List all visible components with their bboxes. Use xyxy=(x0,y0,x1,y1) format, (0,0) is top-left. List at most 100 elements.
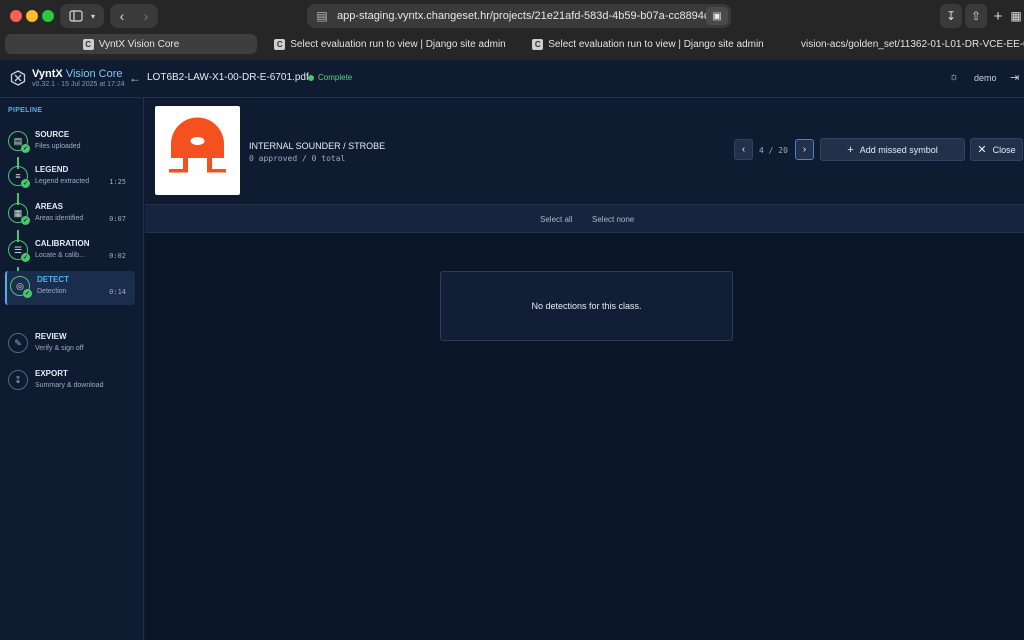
browser-tab[interactable]: C Select evaluation run to view | Django… xyxy=(522,34,774,54)
close-window-button[interactable] xyxy=(10,10,22,22)
step-subtitle: Areas identified xyxy=(35,215,84,222)
version-label: v0.32.1 · 15 Jul 2025 at 17:24 xyxy=(32,81,125,88)
step-time: 0:07 xyxy=(109,215,126,223)
brand-bold: VyntX xyxy=(32,68,63,80)
address-bar[interactable]: ▤ app-staging.vyntx.changeset.hr/project… xyxy=(307,4,731,28)
pipeline-title: PIPELINE xyxy=(8,107,43,114)
user-name[interactable]: demo xyxy=(974,73,997,83)
history-nav: ‹ › xyxy=(110,4,158,28)
back-arrow-icon[interactable]: ← xyxy=(129,71,141,85)
step-subtitle: Detection xyxy=(37,288,67,295)
status-badge: Complete xyxy=(308,73,352,82)
download-icon: ↧ xyxy=(945,9,957,23)
add-missed-label: Add missed symbol xyxy=(859,144,938,155)
chevron-left-icon: ‹ xyxy=(741,144,746,155)
symbol-thumbnail xyxy=(155,106,240,195)
main-panel: INTERNAL SOUNDER / STROBE 0 approved / 0… xyxy=(145,98,1024,640)
browser-tab[interactable]: C VyntX Vision Core xyxy=(5,34,257,54)
tab-label: Select evaluation run to view | Django s… xyxy=(548,38,764,50)
sounder-strobe-symbol-icon xyxy=(169,117,226,173)
step-title: REVIEW xyxy=(35,332,67,341)
share-button[interactable]: ⇧ xyxy=(965,4,987,28)
logout-icon[interactable]: ⇥ xyxy=(1010,71,1019,84)
minimize-window-button[interactable] xyxy=(26,10,38,22)
zoom-window-button[interactable] xyxy=(42,10,54,22)
download-icon: ↧ xyxy=(8,370,28,390)
sidebar-item-export[interactable]: ↧ EXPORT Summary & download xyxy=(5,365,135,399)
sidebar-item-legend[interactable]: ≡ ✓ LEGEND Legend extracted 1:25 xyxy=(5,161,135,195)
previous-class-button[interactable]: ‹ xyxy=(734,139,753,160)
sidebar-toggle-button[interactable]: ▾ xyxy=(60,4,104,28)
forward-icon[interactable]: › xyxy=(144,8,149,24)
url-text: app-staging.vyntx.changeset.hr/projects/… xyxy=(337,10,706,22)
browser-tabs: C VyntX Vision Core C Select evaluation … xyxy=(0,32,1024,56)
logo-icon xyxy=(10,70,26,86)
empty-state: No detections for this class. xyxy=(440,271,733,341)
select-none-button[interactable]: Select none xyxy=(592,215,634,224)
step-title: CALIBRATION xyxy=(35,239,90,248)
sidebar-item-detect[interactable]: ◎ ✓ DETECT Detection 0:14 xyxy=(5,271,135,305)
plus-icon: + xyxy=(847,143,854,156)
favicon-icon: C xyxy=(82,38,94,50)
favicon-icon: C xyxy=(532,38,544,50)
empty-state-message: No detections for this class. xyxy=(531,301,642,311)
document-title: LOT6B2-LAW-X1-00-DR-E-6701.pdf xyxy=(147,72,309,83)
reader-icon[interactable]: ▣ xyxy=(706,7,728,25)
next-class-button[interactable]: › xyxy=(795,139,814,160)
step-time: 0:14 xyxy=(109,288,126,296)
status-dot-icon xyxy=(308,74,314,81)
browser-chrome: ▾ ‹ › ▤ app-staging.vyntx.changeset.hr/p… xyxy=(0,0,1024,60)
step-title: LEGEND xyxy=(35,165,69,174)
clipboard-icon: ✎ xyxy=(8,333,28,353)
plus-icon: + xyxy=(993,7,1003,25)
close-button[interactable]: ✕ Close xyxy=(970,138,1023,161)
step-title: EXPORT xyxy=(35,369,68,378)
status-label: Complete xyxy=(318,73,353,82)
grid-icon: ▦ ✓ xyxy=(8,203,30,225)
brand-name: VyntX Vision Core xyxy=(32,68,122,80)
browser-toolbar: ▾ ‹ › ▤ app-staging.vyntx.changeset.hr/p… xyxy=(0,0,1024,32)
class-header: INTERNAL SOUNDER / STROBE 0 approved / 0… xyxy=(145,98,1024,204)
downloads-button[interactable]: ↧ xyxy=(940,4,962,28)
class-name: INTERNAL SOUNDER / STROBE xyxy=(249,141,386,151)
share-icon: ⇧ xyxy=(970,9,982,23)
brand-light: Vision Core xyxy=(62,68,123,80)
chevron-down-icon: ▾ xyxy=(90,11,95,21)
check-icon: ✓ xyxy=(23,289,32,298)
step-title: SOURCE xyxy=(35,130,70,139)
sidebar-item-calibration[interactable]: ☰ ✓ CALIBRATION Locate & calib... 0:02 xyxy=(5,235,135,269)
sidebar-item-review[interactable]: ✎ REVIEW Verify & sign off xyxy=(5,328,135,362)
favicon-icon: C xyxy=(274,38,286,50)
check-icon: ✓ xyxy=(21,179,30,188)
close-icon: ✕ xyxy=(977,144,987,156)
new-tab-button[interactable]: + xyxy=(987,4,1009,28)
sliders-icon: ☰ ✓ xyxy=(8,240,30,262)
page-settings-icon[interactable]: ▤ xyxy=(307,9,337,23)
step-time: 1:25 xyxy=(109,178,126,186)
tab-label: vision-acs/golden_set/11362-01-L01-DR-VC… xyxy=(801,38,1024,50)
add-missed-symbol-button[interactable]: + Add missed symbol xyxy=(820,138,965,161)
step-time: 0:02 xyxy=(109,252,126,260)
back-icon[interactable]: ‹ xyxy=(120,8,125,24)
tab-overview-button[interactable]: ▦ xyxy=(1008,4,1024,28)
chevron-right-icon: › xyxy=(802,144,807,155)
check-icon: ✓ xyxy=(21,253,30,262)
select-all-button[interactable]: Select all xyxy=(540,215,572,224)
step-subtitle: Locate & calib... xyxy=(35,252,85,259)
step-title: AREAS xyxy=(35,202,64,211)
browser-tab[interactable]: C Select evaluation run to view | Django… xyxy=(264,34,516,54)
sidebar-item-areas[interactable]: ▦ ✓ AREAS Areas identified 0:07 xyxy=(5,198,135,232)
step-subtitle: Summary & download xyxy=(35,382,104,389)
pager-indicator: 4 / 20 xyxy=(759,146,788,155)
tab-label: VyntX Vision Core xyxy=(98,38,180,50)
sidebar-item-source[interactable]: ▤ ✓ SOURCE Files uploaded xyxy=(5,126,135,160)
browser-tab[interactable]: vision-acs/golden_set/11362-01-L01-DR-VC… xyxy=(790,34,1024,54)
check-icon: ✓ xyxy=(21,216,30,225)
class-counts: 0 approved / 0 total xyxy=(249,154,346,163)
theme-toggle-icon[interactable]: ☼ xyxy=(949,71,959,83)
step-subtitle: Verify & sign off xyxy=(35,345,84,352)
tab-overview-icon: ▦ xyxy=(1010,9,1022,23)
list-icon: ≡ ✓ xyxy=(8,166,30,188)
step-title: DETECT xyxy=(37,275,69,284)
selection-bar: Select all Select none xyxy=(145,204,1024,233)
